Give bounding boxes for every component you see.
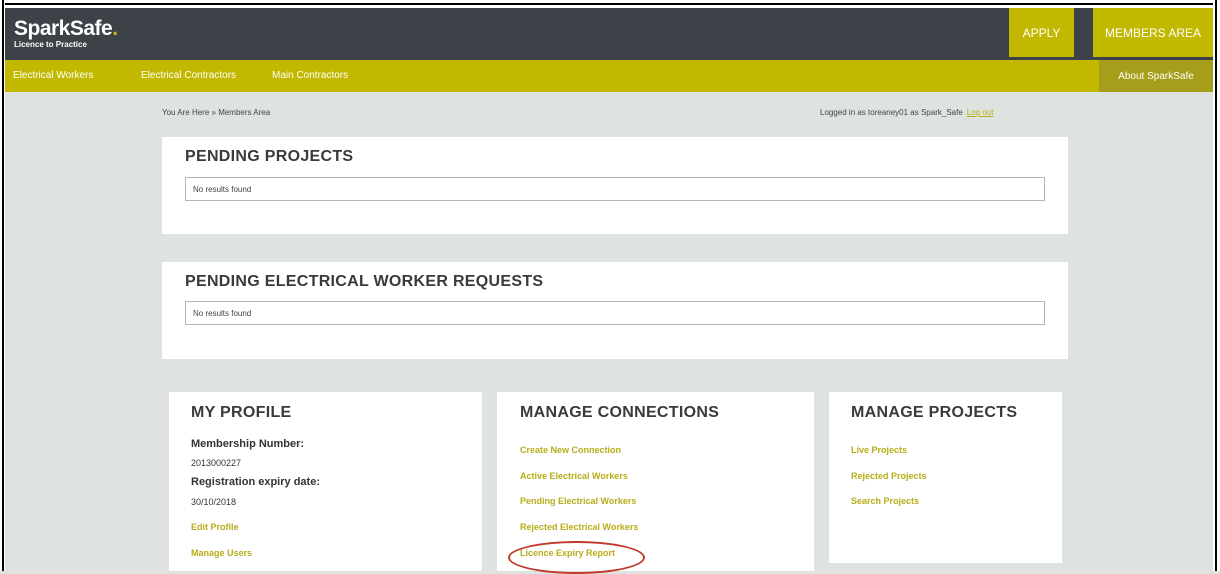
my-profile-title: MY PROFILE — [191, 404, 292, 421]
apply-button[interactable]: APPLY — [1009, 8, 1074, 57]
registration-expiry-value: 30/10/2018 — [191, 497, 237, 507]
manage-users-link[interactable]: Manage Users — [191, 548, 252, 558]
nav-electrical-workers[interactable]: Electrical Workers — [13, 60, 93, 92]
create-new-connection-link[interactable]: Create New Connection — [520, 445, 621, 455]
nav-about-sparksafe[interactable]: About SparkSafe — [1099, 60, 1213, 92]
main-nav: Electrical Workers Electrical Contractor… — [5, 60, 1213, 92]
manage-connections-title: MANAGE CONNECTIONS — [520, 404, 720, 421]
pending-worker-requests-panel: PENDING ELECTRICAL WORKER REQUESTS No re… — [162, 262, 1068, 359]
manage-projects-title: MANAGE PROJECTS — [851, 404, 1018, 421]
breadcrumb: You Are Here » Members Area — [162, 108, 271, 117]
pending-electrical-workers-link[interactable]: Pending Electrical Workers — [520, 496, 636, 506]
pending-projects-results: No results found — [185, 177, 1045, 201]
logo-name: SparkSafe — [14, 17, 113, 40]
pending-projects-title: PENDING PROJECTS — [185, 148, 354, 165]
registration-expiry-label: Registration expiry date: — [191, 476, 320, 488]
login-status: Logged in as toreaney01 as Spark_Safe Log… — [820, 108, 993, 117]
logo-tagline: Licence to Practice — [14, 40, 87, 49]
pending-worker-requests-results: No results found — [185, 301, 1045, 325]
nav-main-contractors[interactable]: Main Contractors — [272, 60, 348, 92]
live-projects-link[interactable]: Live Projects — [851, 445, 907, 455]
logout-link[interactable]: Log out — [967, 108, 994, 117]
manage-projects-card: MANAGE PROJECTS Live Projects Rejected P… — [829, 392, 1062, 563]
logo-dot: . — [112, 17, 118, 40]
top-header: SparkSafe. Licence to Practice APPLY MEM… — [5, 8, 1213, 60]
membership-number-label: Membership Number: — [191, 438, 305, 450]
membership-number-value: 2013000227 — [191, 458, 242, 468]
window-frame-top — [0, 0, 1220, 8]
rejected-projects-link[interactable]: Rejected Projects — [851, 471, 927, 481]
rejected-electrical-workers-link[interactable]: Rejected Electrical Workers — [520, 522, 638, 532]
my-profile-card: MY PROFILE Membership Number: 2013000227… — [169, 392, 482, 571]
edit-profile-link[interactable]: Edit Profile — [191, 522, 239, 532]
window-frame-right — [1213, 0, 1220, 571]
pending-projects-panel: PENDING PROJECTS No results found — [162, 137, 1068, 234]
search-projects-link[interactable]: Search Projects — [851, 496, 919, 506]
pending-worker-requests-title: PENDING ELECTRICAL WORKER REQUESTS — [185, 273, 544, 290]
members-area-button[interactable]: MEMBERS AREA — [1093, 8, 1213, 57]
nav-electrical-contractors[interactable]: Electrical Contractors — [141, 60, 236, 92]
sparksafe-logo[interactable]: SparkSafe. Licence to Practice — [14, 17, 118, 50]
highlight-annotation-oval — [508, 541, 645, 574]
login-text: Logged in as toreaney01 as Spark_Safe — [820, 108, 963, 117]
active-electrical-workers-link[interactable]: Active Electrical Workers — [520, 471, 628, 481]
